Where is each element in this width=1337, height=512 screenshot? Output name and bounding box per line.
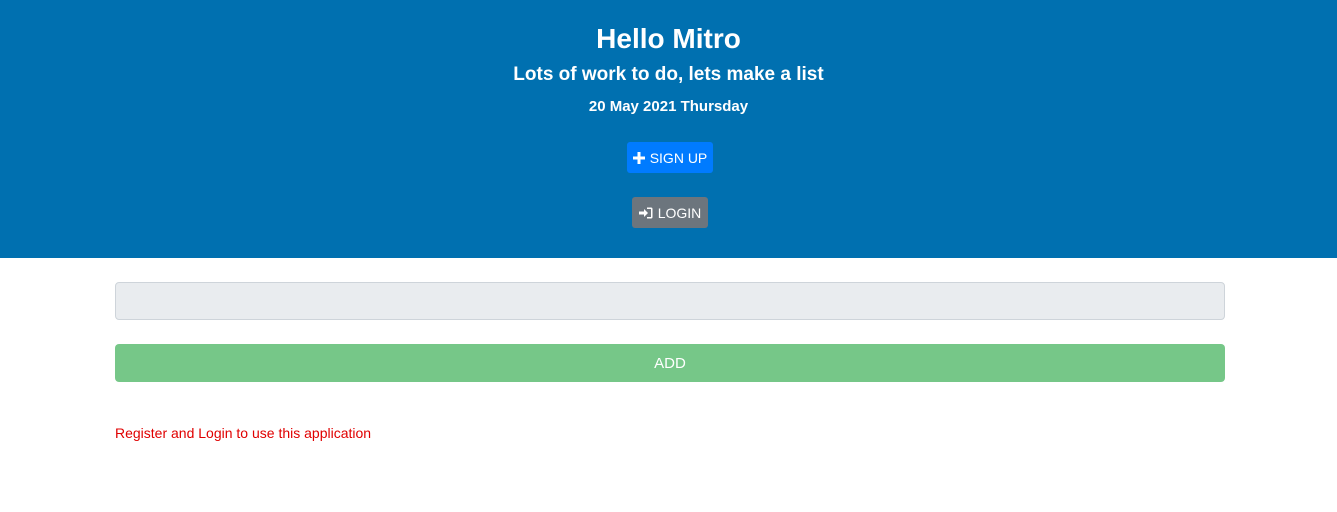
page-subtitle: Lots of work to do, lets make a list (513, 64, 824, 85)
hero-header: Hello Mitro Lots of work to do, lets mak… (0, 0, 1337, 258)
login-button[interactable]: LOGIN (632, 197, 708, 228)
signup-button-label: SIGN UP (649, 149, 708, 166)
login-required-notice: Register and Login to use this applicati… (115, 425, 372, 441)
sign-in-icon (638, 207, 653, 219)
add-button[interactable]: ADD (115, 344, 1225, 382)
current-date: 20 May 2021 Thursday (588, 98, 749, 115)
page-title: Hello Mitro (596, 23, 741, 54)
task-input[interactable] (115, 282, 1225, 320)
signup-button[interactable]: SIGN UP (627, 142, 713, 173)
login-button-label: LOGIN (657, 204, 702, 221)
plus-icon (632, 151, 645, 164)
